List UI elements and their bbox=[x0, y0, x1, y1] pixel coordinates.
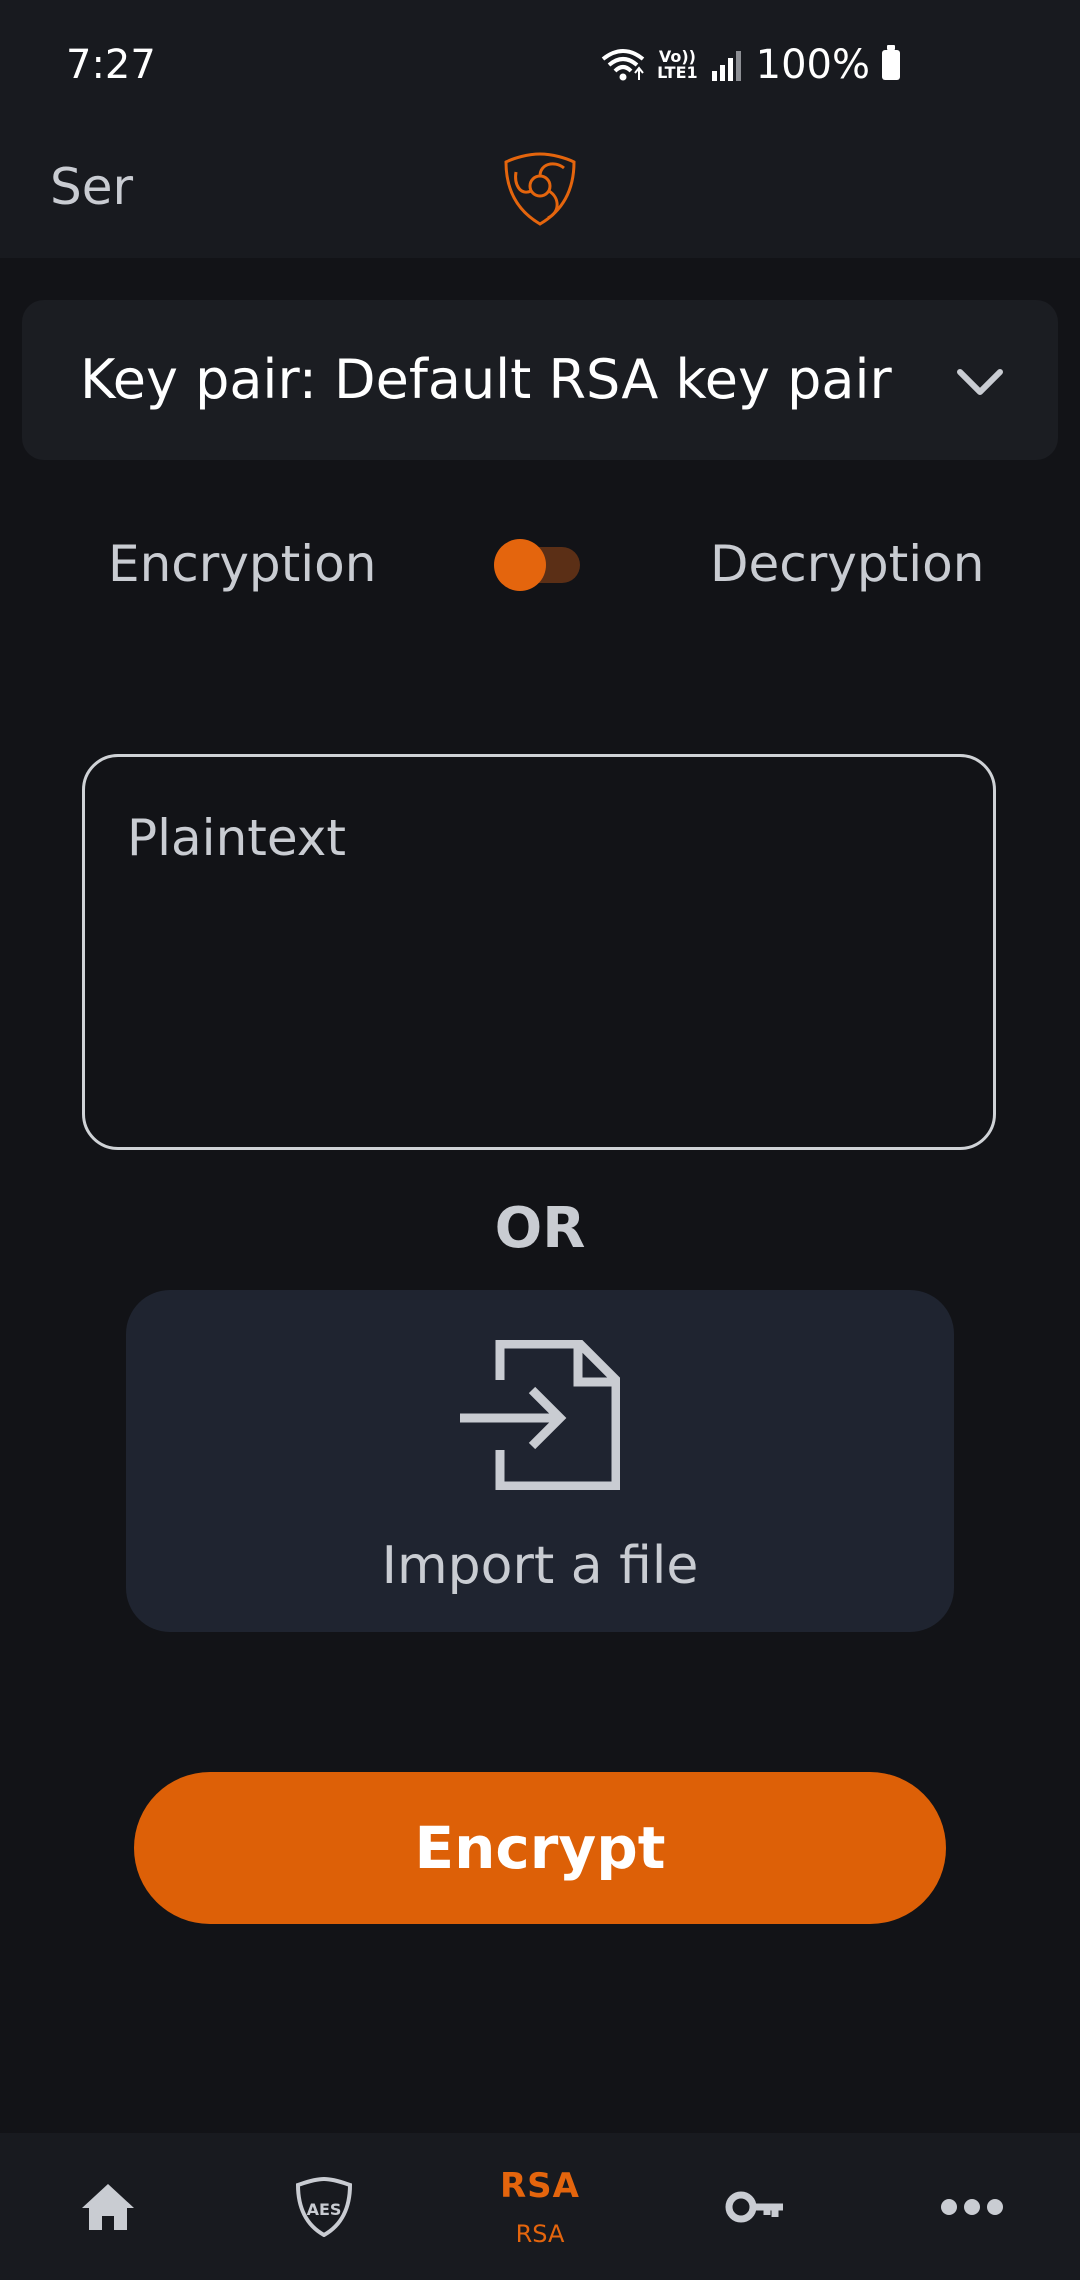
switch-thumb bbox=[494, 539, 546, 591]
nav-rsa-label: RSA bbox=[515, 2219, 565, 2248]
decryption-label: Decryption bbox=[710, 535, 985, 593]
wifi-icon bbox=[601, 49, 645, 81]
status-time: 7:27 bbox=[66, 42, 156, 88]
shield-swirl-logo-icon bbox=[504, 152, 576, 226]
nav-item-aes[interactable]: AES bbox=[216, 2133, 432, 2280]
app-bar: Ser bbox=[0, 130, 1080, 258]
volte-indicator: Vo)) LTE1 bbox=[657, 47, 698, 82]
or-separator: OR bbox=[494, 1196, 586, 1261]
screen: 7:27 Vo)) LTE1 100% Ser Key pair: Defaul… bbox=[0, 0, 1080, 2280]
app-title: Ser bbox=[50, 158, 134, 216]
mode-toggle-switch[interactable] bbox=[494, 539, 584, 591]
status-icons: Vo)) LTE1 100% bbox=[601, 40, 900, 90]
svg-text:AES: AES bbox=[307, 2200, 342, 2219]
aes-shield-icon: AES bbox=[296, 2176, 352, 2237]
more-icon bbox=[941, 2198, 1003, 2215]
nav-item-rsa[interactable]: RSA RSA bbox=[432, 2133, 648, 2280]
plaintext-placeholder: Plaintext bbox=[127, 809, 346, 867]
signal-icon bbox=[711, 51, 741, 81]
nav-item-more[interactable] bbox=[864, 2133, 1080, 2280]
keypair-dropdown[interactable]: Key pair: Default RSA key pair bbox=[22, 300, 1058, 460]
file-import-icon bbox=[460, 1340, 620, 1490]
plaintext-input[interactable]: Plaintext bbox=[82, 754, 996, 1150]
encryption-label: Encryption bbox=[108, 535, 377, 593]
keypair-label: Key pair: Default RSA key pair bbox=[80, 348, 892, 411]
nav-item-keys[interactable] bbox=[648, 2133, 864, 2280]
encrypt-button-label: Encrypt bbox=[414, 1814, 666, 1882]
key-icon bbox=[725, 2191, 783, 2222]
encrypt-button[interactable]: Encrypt bbox=[134, 1772, 946, 1924]
rsa-icon: RSA bbox=[500, 2165, 580, 2206]
chevron-down-icon bbox=[957, 369, 1003, 395]
status-bar: 7:27 Vo)) LTE1 100% bbox=[0, 0, 1080, 130]
battery-icon bbox=[882, 45, 900, 80]
battery-percent: 100% bbox=[755, 42, 870, 88]
home-icon bbox=[82, 2183, 134, 2230]
import-file-label: Import a file bbox=[381, 1536, 699, 1596]
import-file-button[interactable]: Import a file bbox=[126, 1290, 954, 1632]
nav-item-home[interactable] bbox=[0, 2133, 216, 2280]
bottom-nav: AES RSA RSA bbox=[0, 2133, 1080, 2280]
